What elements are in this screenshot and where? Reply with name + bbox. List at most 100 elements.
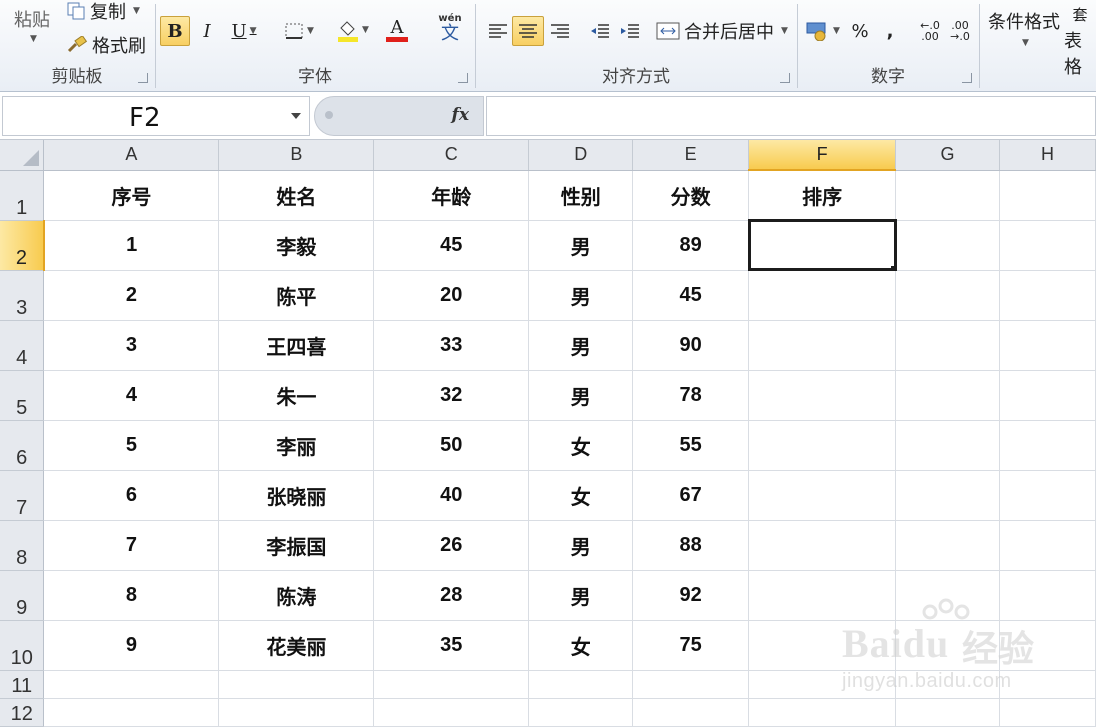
cell-c8[interactable]: 26 xyxy=(373,520,530,571)
cell-g5[interactable] xyxy=(895,370,1000,421)
cell-g7[interactable] xyxy=(895,470,1000,521)
cell-h1[interactable] xyxy=(999,170,1096,221)
cell-b12[interactable] xyxy=(218,698,375,727)
cell-f7[interactable] xyxy=(748,470,897,521)
cell-d10[interactable]: 女 xyxy=(528,620,634,671)
cell-f8[interactable] xyxy=(748,520,897,571)
cell-c11[interactable] xyxy=(373,670,530,699)
row-header-9[interactable]: 9 xyxy=(0,570,45,621)
row-header-10[interactable]: 10 xyxy=(0,620,45,671)
cell-e3[interactable]: 45 xyxy=(632,270,750,321)
cell-c2[interactable]: 45 xyxy=(373,220,530,271)
merge-center-button[interactable]: 合并后居中 ▼ xyxy=(656,18,788,44)
row-header-7[interactable]: 7 xyxy=(0,470,45,521)
conditional-format-button[interactable]: 条件格式 ▼ xyxy=(988,8,1060,48)
column-header-d[interactable]: D xyxy=(528,140,634,171)
cell-g1[interactable] xyxy=(895,170,1000,221)
decrease-decimal-button[interactable]: .00 →.0 xyxy=(946,16,974,46)
cell-a1[interactable]: 序号 xyxy=(43,170,220,221)
underline-button[interactable]: U ▼ xyxy=(224,16,264,46)
italic-button[interactable]: I xyxy=(194,16,220,46)
cell-f5[interactable] xyxy=(748,370,897,421)
cell-a11[interactable] xyxy=(43,670,220,699)
cell-h12[interactable] xyxy=(999,698,1096,727)
cell-a9[interactable]: 8 xyxy=(43,570,220,621)
increase-decimal-button[interactable]: ←.0.00 xyxy=(916,16,944,46)
cell-h8[interactable] xyxy=(999,520,1096,571)
cell-f3[interactable] xyxy=(748,270,897,321)
font-color-button[interactable]: A xyxy=(376,14,418,46)
formula-input[interactable] xyxy=(486,96,1096,136)
row-header-6[interactable]: 6 xyxy=(0,420,45,471)
cell-c6[interactable]: 50 xyxy=(373,420,530,471)
cell-h3[interactable] xyxy=(999,270,1096,321)
cell-b2[interactable]: 李毅 xyxy=(218,220,375,271)
cell-b10[interactable]: 花美丽 xyxy=(218,620,375,671)
cell-a4[interactable]: 3 xyxy=(43,320,220,371)
borders-button[interactable]: ▼ xyxy=(278,16,320,46)
cell-g8[interactable] xyxy=(895,520,1000,571)
cell-c12[interactable] xyxy=(373,698,530,727)
column-header-f[interactable]: F xyxy=(748,140,897,171)
cell-d5[interactable]: 男 xyxy=(528,370,634,421)
cell-c9[interactable]: 28 xyxy=(373,570,530,621)
cell-b6[interactable]: 李丽 xyxy=(218,420,375,471)
row-header-3[interactable]: 3 xyxy=(0,270,45,321)
cell-d3[interactable]: 男 xyxy=(528,270,634,321)
cell-b8[interactable]: 李振国 xyxy=(218,520,375,571)
cell-h4[interactable] xyxy=(999,320,1096,371)
cell-e6[interactable]: 55 xyxy=(632,420,750,471)
row-header-4[interactable]: 4 xyxy=(0,320,45,371)
cell-a12[interactable] xyxy=(43,698,220,727)
cell-h6[interactable] xyxy=(999,420,1096,471)
row-header-8[interactable]: 8 xyxy=(0,520,45,571)
align-center-button[interactable] xyxy=(512,16,544,46)
cell-a7[interactable]: 6 xyxy=(43,470,220,521)
cell-d2[interactable]: 男 xyxy=(528,220,634,271)
cell-g4[interactable] xyxy=(895,320,1000,371)
cell-c7[interactable]: 40 xyxy=(373,470,530,521)
cell-e8[interactable]: 88 xyxy=(632,520,750,571)
cell-a2[interactable]: 1 xyxy=(43,220,220,271)
dialog-launcher-icon[interactable] xyxy=(962,73,972,83)
format-as-table-button[interactable]: 套 表格 xyxy=(1064,4,1096,79)
cell-e10[interactable]: 75 xyxy=(632,620,750,671)
cell-b3[interactable]: 陈平 xyxy=(218,270,375,321)
cell-e1[interactable]: 分数 xyxy=(632,170,750,221)
cell-d7[interactable]: 女 xyxy=(528,470,634,521)
align-right-button[interactable] xyxy=(544,16,576,46)
column-header-h[interactable]: H xyxy=(999,140,1096,171)
cell-d8[interactable]: 男 xyxy=(528,520,634,571)
cell-h7[interactable] xyxy=(999,470,1096,521)
cell-g2[interactable] xyxy=(895,220,1000,271)
cell-c4[interactable]: 33 xyxy=(373,320,530,371)
cell-f6[interactable] xyxy=(748,420,897,471)
cell-f12[interactable] xyxy=(748,698,897,727)
cell-g12[interactable] xyxy=(895,698,1000,727)
cell-g6[interactable] xyxy=(895,420,1000,471)
chevron-down-icon[interactable] xyxy=(291,113,301,119)
dialog-launcher-icon[interactable] xyxy=(138,73,148,83)
cell-b4[interactable]: 王四喜 xyxy=(218,320,375,371)
cell-c3[interactable]: 20 xyxy=(373,270,530,321)
column-header-a[interactable]: A xyxy=(43,140,220,171)
cell-f4[interactable] xyxy=(748,320,897,371)
align-left-button[interactable] xyxy=(482,16,514,46)
cell-h5[interactable] xyxy=(999,370,1096,421)
cell-a8[interactable]: 7 xyxy=(43,520,220,571)
fill-color-button[interactable]: ▼ xyxy=(332,14,374,46)
cell-e7[interactable]: 67 xyxy=(632,470,750,521)
bold-button[interactable]: B xyxy=(160,16,190,46)
accounting-format-button[interactable]: ▼ xyxy=(802,16,844,46)
cell-b11[interactable] xyxy=(218,670,375,699)
comma-style-button[interactable]: , xyxy=(878,16,902,46)
decrease-indent-button[interactable] xyxy=(586,16,614,46)
dialog-launcher-icon[interactable] xyxy=(780,73,790,83)
cell-e2[interactable]: 89 xyxy=(632,220,750,271)
cell-c5[interactable]: 32 xyxy=(373,370,530,421)
cell-h2[interactable] xyxy=(999,220,1096,271)
cell-d1[interactable]: 性别 xyxy=(528,170,634,221)
row-header-5[interactable]: 5 xyxy=(0,370,45,421)
increase-indent-button[interactable] xyxy=(616,16,644,46)
percent-button[interactable]: % xyxy=(846,16,874,46)
